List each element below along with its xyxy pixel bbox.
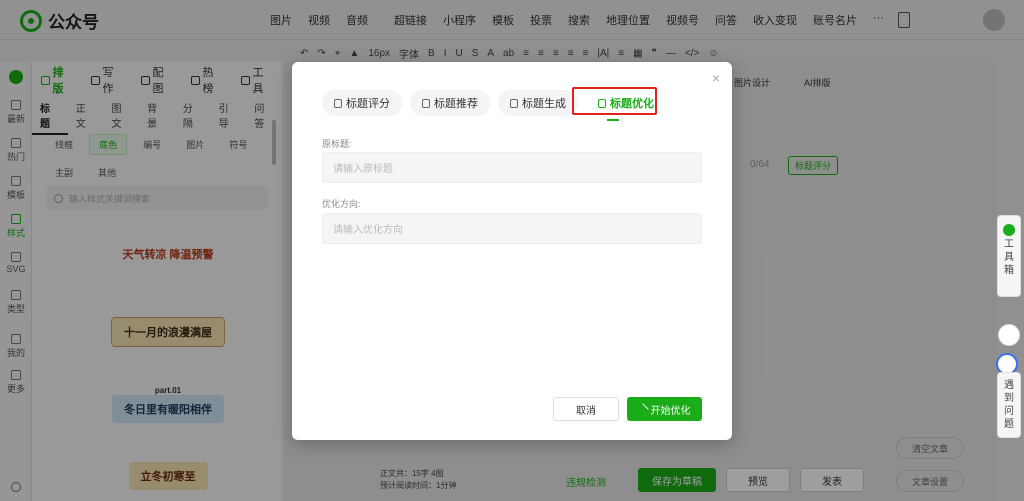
wand-icon [636, 403, 649, 415]
start-optimize-button[interactable]: 开始优化 [627, 397, 702, 421]
active-tab-indicator [607, 119, 619, 121]
magic-icon [510, 98, 518, 108]
toolbox-char: 工 [1004, 239, 1014, 250]
tab-label: 标题评分 [346, 98, 390, 110]
toolbox-char: 具 [1004, 252, 1014, 263]
score-icon [334, 98, 342, 108]
original-title-label: 原标题: [322, 139, 352, 149]
tab-title-score[interactable]: 标题评分 [322, 90, 402, 116]
shortcut-button[interactable] [998, 324, 1020, 346]
title-tools-modal: × 标题评分 标题推荐 标题生成 标题优化 原标题: 请输入原标题 优化方向: … [292, 62, 732, 440]
highlight-box [572, 87, 657, 115]
toolbox-icon [1003, 224, 1015, 236]
feedback-button[interactable]: 遇 到 问 题 [997, 372, 1021, 438]
help-char: 遇 [1004, 380, 1014, 391]
tab-title-recommend[interactable]: 标题推荐 [410, 90, 490, 116]
direction-label: 优化方向: [322, 199, 361, 209]
input-placeholder: 请输入原标题 [333, 164, 393, 175]
close-icon[interactable]: × [712, 70, 720, 86]
tab-title-generate[interactable]: 标题生成 [498, 90, 578, 116]
toolbox-char: 箱 [1004, 265, 1014, 276]
tab-label: 标题推荐 [434, 98, 478, 110]
cancel-label: 取消 [576, 405, 596, 417]
original-title-input[interactable]: 请输入原标题 [322, 152, 702, 183]
thumbs-up-icon [422, 98, 430, 108]
help-char: 问 [1004, 406, 1014, 417]
toolbox-button[interactable]: 工 具 箱 [997, 215, 1021, 297]
tab-label: 标题生成 [522, 98, 566, 110]
help-char: 题 [1004, 419, 1014, 430]
direction-input[interactable]: 请输入优化方向 [322, 213, 702, 244]
cancel-button[interactable]: 取消 [553, 397, 619, 421]
help-char: 到 [1004, 393, 1014, 404]
input-placeholder: 请输入优化方向 [333, 225, 403, 236]
start-label: 开始优化 [650, 405, 691, 417]
